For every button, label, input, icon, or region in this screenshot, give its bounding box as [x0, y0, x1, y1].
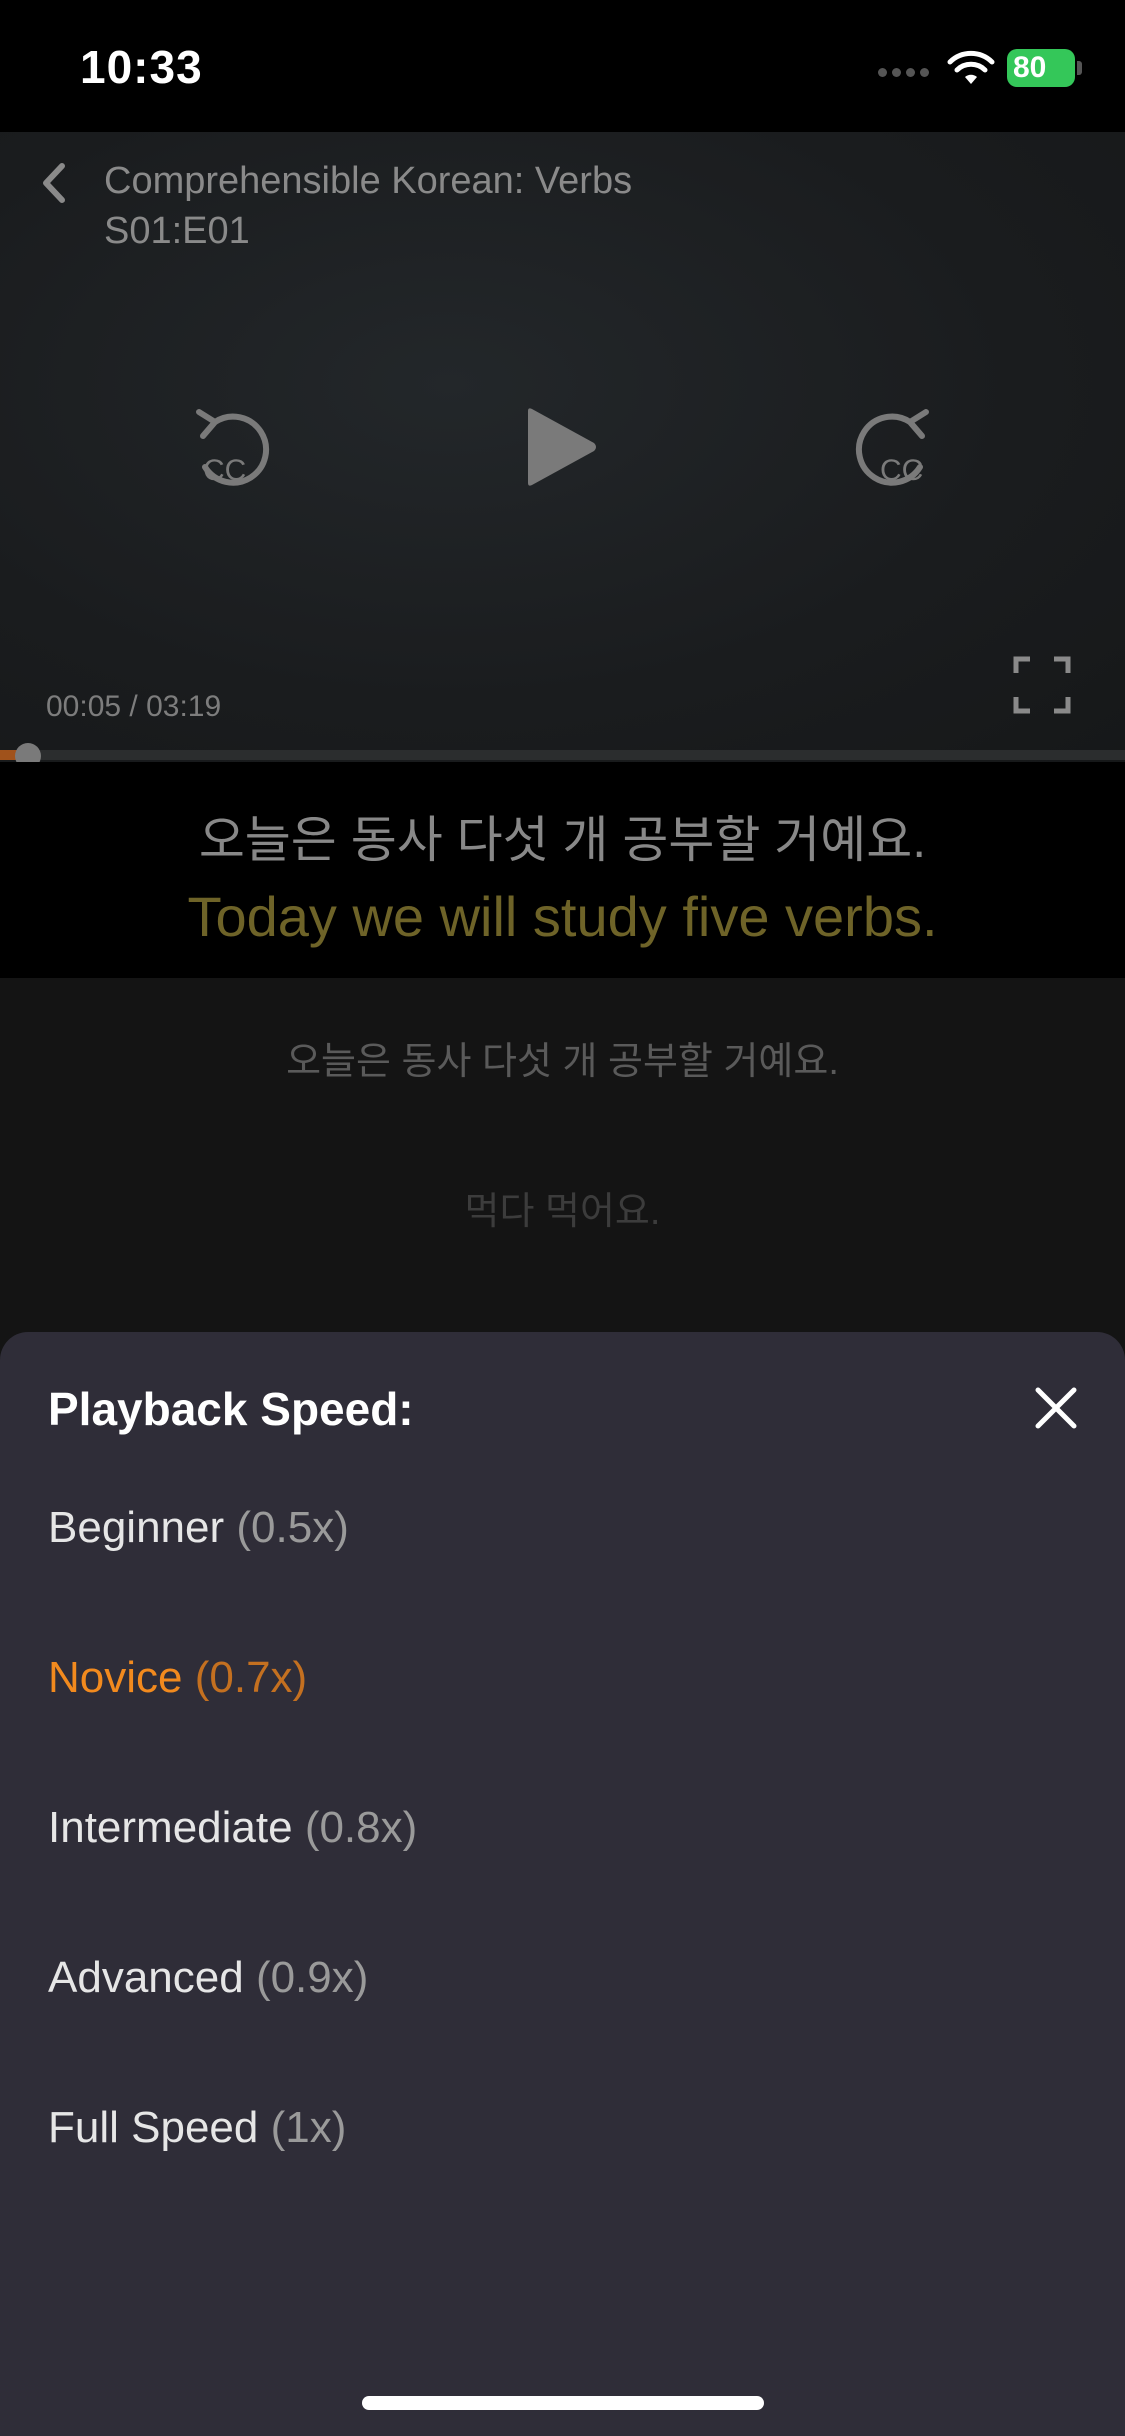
- forward-cc-icon[interactable]: CC: [850, 402, 940, 492]
- speed-option-label: Full Speed: [48, 2103, 259, 2152]
- wifi-icon: [947, 50, 995, 84]
- progress-bar[interactable]: [0, 750, 1125, 760]
- video-title: Comprehensible Korean: Verbs: [104, 160, 633, 202]
- transcript-line[interactable]: 오늘은 동사 다섯 개 공부할 거예요.: [0, 1030, 1125, 1085]
- speed-option-label: Novice: [48, 1653, 183, 1702]
- speed-option-novice[interactable]: Novice (0.7x): [48, 1653, 307, 1703]
- speed-option-label: Beginner: [48, 1503, 225, 1552]
- speed-option-multiplier: (0.9x): [255, 1953, 369, 2002]
- rewind-cc-icon[interactable]: CC: [185, 402, 275, 492]
- status-time: 10:33: [80, 41, 203, 93]
- speed-option-intermediate[interactable]: Intermediate (0.8x): [48, 1803, 417, 1853]
- time-readout: 00:05 / 03:19: [46, 690, 222, 723]
- sheet-title: Playback Speed:: [48, 1383, 414, 1435]
- speed-option-multiplier: (0.7x): [194, 1653, 308, 1702]
- speed-option-label: Intermediate: [48, 1803, 293, 1852]
- svg-text:CC: CC: [203, 454, 246, 487]
- transcript-line[interactable]: 먹다 먹어요.: [0, 1180, 1125, 1235]
- home-indicator[interactable]: [362, 2396, 764, 2410]
- subtitle-english: Today we will study five verbs.: [187, 885, 938, 948]
- close-icon[interactable]: [1034, 1386, 1078, 1430]
- svg-text:CC: CC: [880, 454, 923, 487]
- subtitle-korean: 오늘은 동사 다섯 개 공부할 거예요.: [198, 812, 927, 868]
- battery-icon: 80: [1007, 49, 1075, 87]
- status-bar: 10:33 80: [0, 0, 1125, 132]
- playback-speed-sheet: [0, 1332, 1125, 2436]
- play-icon[interactable]: [520, 405, 600, 489]
- cellular-signal-icon: [878, 64, 934, 77]
- speed-option-advanced[interactable]: Advanced (0.9x): [48, 1953, 368, 2003]
- fullscreen-icon[interactable]: [1012, 655, 1072, 715]
- speed-option-label: Advanced: [48, 1953, 244, 2002]
- speed-option-full-speed[interactable]: Full Speed (1x): [48, 2103, 346, 2153]
- back-icon[interactable]: [36, 160, 70, 206]
- battery-cap: [1077, 61, 1082, 75]
- speed-option-multiplier: (1x): [270, 2103, 347, 2152]
- speed-option-multiplier: (0.5x): [236, 1503, 349, 1552]
- speed-option-multiplier: (0.8x): [304, 1803, 418, 1852]
- episode-label: S01:E01: [104, 210, 250, 252]
- speed-option-beginner[interactable]: Beginner (0.5x): [48, 1503, 349, 1553]
